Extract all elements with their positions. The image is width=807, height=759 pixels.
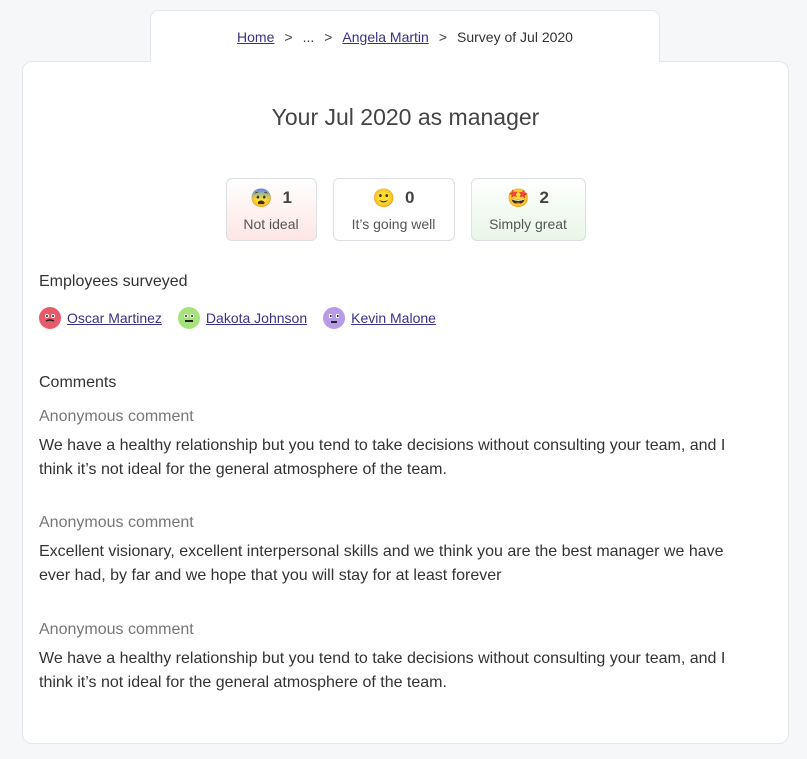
employee-item: Dakota Johnson	[177, 307, 307, 329]
breadcrumb-separator: >	[324, 28, 333, 45]
comment-item: Anonymous comment We have a healthy rela…	[39, 621, 759, 695]
breadcrumb-home-link[interactable]: Home	[237, 29, 274, 45]
score-simply-great: 🤩 2 Simply great	[470, 178, 586, 241]
breadcrumb-current: Survey of Jul 2020	[457, 28, 573, 45]
comment-text: Excellent visionary, excellent interpers…	[39, 543, 724, 584]
score-label: It’s going well	[351, 215, 436, 232]
avatar-icon	[39, 307, 61, 329]
score-count: 1	[282, 187, 292, 207]
breadcrumb-separator: >	[284, 28, 293, 45]
comment-author: Anonymous comment	[39, 408, 194, 425]
employee-item: Kevin Malone	[323, 307, 436, 329]
page: Home > ... > Angela Martin > Survey of J…	[0, 0, 807, 759]
page-title: Your Jul 2020 as manager	[271, 104, 540, 130]
survey-card: Your Jul 2020 as manager 😨 1 Not ideal 🙂…	[22, 61, 789, 744]
breadcrumb-separator: >	[438, 28, 447, 45]
employees-section-title: Employees surveyed	[39, 273, 188, 290]
employee-list: Oscar Martinez Dakota Johnson Kevin Malo…	[39, 307, 436, 329]
comments-section-title: Comments	[39, 374, 117, 391]
employee-item: Oscar Martinez	[39, 307, 162, 329]
comment-item: Anonymous comment Excellent visionary, e…	[39, 514, 759, 588]
comment-text: We have a healthy relationship but you t…	[39, 650, 726, 691]
comment-item: Anonymous comment We have a healthy rela…	[39, 408, 759, 482]
anxious-face-icon: 😨	[250, 187, 273, 208]
score-label: Simply great	[489, 215, 567, 232]
score-count: 2	[539, 187, 549, 207]
employee-link[interactable]: Dakota Johnson	[206, 310, 307, 326]
score-summary: 😨 1 Not ideal 🙂 0 It’s going well 🤩 2 Si…	[23, 178, 788, 241]
comment-author: Anonymous comment	[39, 621, 194, 638]
score-count: 0	[404, 187, 415, 207]
breadcrumb: Home > ... > Angela Martin > Survey of J…	[150, 10, 660, 62]
employee-link[interactable]: Kevin Malone	[351, 310, 436, 326]
avatar-icon	[177, 307, 200, 329]
avatar-icon	[323, 307, 346, 329]
star-struck-face-icon: 🤩	[507, 187, 530, 208]
breadcrumb-person-link[interactable]: Angela Martin	[342, 29, 428, 45]
score-going-well: 🙂 0 It’s going well	[332, 178, 455, 241]
breadcrumb-ellipsis[interactable]: ...	[303, 29, 315, 45]
score-not-ideal: 😨 1 Not ideal	[225, 178, 317, 241]
employee-link[interactable]: Oscar Martinez	[67, 310, 162, 326]
comment-text: We have a healthy relationship but you t…	[39, 437, 726, 478]
comment-author: Anonymous comment	[39, 514, 194, 531]
score-label: Not ideal	[243, 215, 299, 232]
smiling-face-icon: 🙂	[372, 187, 395, 208]
